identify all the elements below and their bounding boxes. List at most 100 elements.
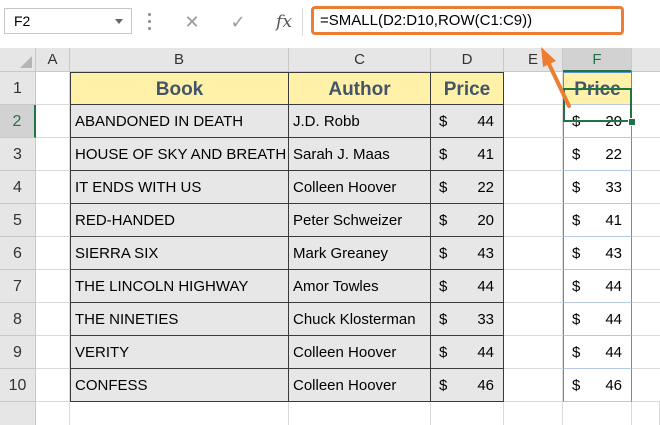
result-price-cell[interactable]: $22: [563, 138, 632, 171]
chevron-down-icon[interactable]: [115, 19, 123, 24]
cell-g[interactable]: [632, 138, 660, 171]
cell-g[interactable]: [632, 171, 660, 204]
book-cell[interactable]: THE NINETIES: [70, 303, 289, 336]
cell-a1[interactable]: [36, 72, 70, 105]
formula-input[interactable]: =SMALL(D2:D10,ROW(C1:C9)): [311, 6, 624, 35]
cell-g[interactable]: [632, 369, 660, 402]
row-header-7[interactable]: 7: [0, 270, 36, 303]
column-header-f[interactable]: F: [563, 48, 632, 72]
book-cell[interactable]: IT ENDS WITH US: [70, 171, 289, 204]
author-cell[interactable]: Colleen Hoover: [289, 171, 431, 204]
row-header-1[interactable]: 1: [0, 72, 36, 105]
cell-a[interactable]: [36, 237, 70, 270]
author-header-cell[interactable]: Author: [289, 72, 431, 105]
name-box[interactable]: F2: [4, 8, 132, 34]
book-header-cell[interactable]: Book: [70, 72, 289, 105]
cell-g[interactable]: [632, 270, 660, 303]
price-cell[interactable]: $22: [431, 171, 504, 204]
price-cell[interactable]: $46: [431, 369, 504, 402]
row-header-5[interactable]: 5: [0, 204, 36, 237]
cell-a[interactable]: [36, 336, 70, 369]
author-cell[interactable]: Peter Schweizer: [289, 204, 431, 237]
cell-g1[interactable]: [632, 72, 660, 105]
cell-g[interactable]: [632, 105, 660, 138]
cell-e[interactable]: [504, 270, 563, 303]
book-cell[interactable]: VERITY: [70, 336, 289, 369]
author-cell[interactable]: Mark Greaney: [289, 237, 431, 270]
column-header-d[interactable]: D: [431, 48, 504, 72]
result-header-cell[interactable]: Price: [563, 72, 632, 105]
cell-g[interactable]: [632, 303, 660, 336]
column-header-g[interactable]: [632, 48, 660, 72]
cell-e[interactable]: [504, 237, 563, 270]
price-cell[interactable]: $33: [431, 303, 504, 336]
row-header-6[interactable]: 6: [0, 237, 36, 270]
author-cell[interactable]: J.D. Robb: [289, 105, 431, 138]
cell-e[interactable]: [504, 171, 563, 204]
empty-cell[interactable]: [504, 402, 563, 425]
row-header-9[interactable]: 9: [0, 336, 36, 369]
book-cell[interactable]: HOUSE OF SKY AND BREATH: [70, 138, 289, 171]
column-header-a[interactable]: A: [36, 48, 70, 72]
row-header-4[interactable]: 4: [0, 171, 36, 204]
author-cell[interactable]: Colleen Hoover: [289, 336, 431, 369]
empty-cell[interactable]: [563, 402, 632, 425]
result-price-cell[interactable]: $41: [563, 204, 632, 237]
book-cell[interactable]: ABANDONED IN DEATH: [70, 105, 289, 138]
cell-e[interactable]: [504, 369, 563, 402]
cell-a[interactable]: [36, 105, 70, 138]
price-cell[interactable]: $44: [431, 270, 504, 303]
cell-a[interactable]: [36, 270, 70, 303]
result-price-cell[interactable]: $43: [563, 237, 632, 270]
result-price-cell[interactable]: $44: [563, 336, 632, 369]
price-cell[interactable]: $43: [431, 237, 504, 270]
cell-a[interactable]: [36, 171, 70, 204]
author-cell[interactable]: Amor Towles: [289, 270, 431, 303]
author-cell[interactable]: Colleen Hoover: [289, 369, 431, 402]
empty-cell[interactable]: [289, 402, 431, 425]
book-cell[interactable]: THE LINCOLN HIGHWAY: [70, 270, 289, 303]
cell-a[interactable]: [36, 369, 70, 402]
cell-a[interactable]: [36, 138, 70, 171]
column-header-b[interactable]: B: [70, 48, 289, 72]
price-cell[interactable]: $41: [431, 138, 504, 171]
cell-g[interactable]: [632, 237, 660, 270]
price-cell[interactable]: $44: [431, 105, 504, 138]
result-price-cell[interactable]: $44: [563, 303, 632, 336]
empty-cell[interactable]: [632, 402, 660, 425]
cell-e[interactable]: [504, 204, 563, 237]
price-cell[interactable]: $20: [431, 204, 504, 237]
result-price-cell[interactable]: $46: [563, 369, 632, 402]
author-cell[interactable]: Sarah J. Maas: [289, 138, 431, 171]
cell-a[interactable]: [36, 204, 70, 237]
price-header-cell[interactable]: Price: [431, 72, 504, 105]
cell-e[interactable]: [504, 105, 563, 138]
book-cell[interactable]: RED-HANDED: [70, 204, 289, 237]
row-header-3[interactable]: 3: [0, 138, 36, 171]
cell-g[interactable]: [632, 336, 660, 369]
cell-e1[interactable]: [504, 72, 563, 105]
insert-function-icon[interactable]: fx: [271, 10, 297, 34]
column-header-c[interactable]: C: [289, 48, 431, 72]
cell-e[interactable]: [504, 336, 563, 369]
row-header-8[interactable]: 8: [0, 303, 36, 336]
cell-a[interactable]: [36, 303, 70, 336]
enter-icon[interactable]: ✓: [225, 10, 251, 34]
result-price-cell[interactable]: $33: [563, 171, 632, 204]
empty-cell[interactable]: [431, 402, 504, 425]
row-header-10[interactable]: 10: [0, 369, 36, 402]
row-header-2[interactable]: 2: [0, 105, 36, 138]
book-cell[interactable]: SIERRA SIX: [70, 237, 289, 270]
cell-g[interactable]: [632, 204, 660, 237]
book-cell[interactable]: CONFESS: [70, 369, 289, 402]
select-all-button[interactable]: [0, 48, 36, 72]
cancel-icon[interactable]: ✕: [179, 10, 205, 34]
price-cell[interactable]: $44: [431, 336, 504, 369]
cell-e[interactable]: [504, 138, 563, 171]
empty-cell[interactable]: [36, 402, 70, 425]
fill-handle[interactable]: [628, 118, 636, 126]
result-price-cell[interactable]: $20: [563, 105, 632, 138]
empty-cell[interactable]: [70, 402, 289, 425]
column-header-e[interactable]: E: [504, 48, 563, 72]
cell-e[interactable]: [504, 303, 563, 336]
